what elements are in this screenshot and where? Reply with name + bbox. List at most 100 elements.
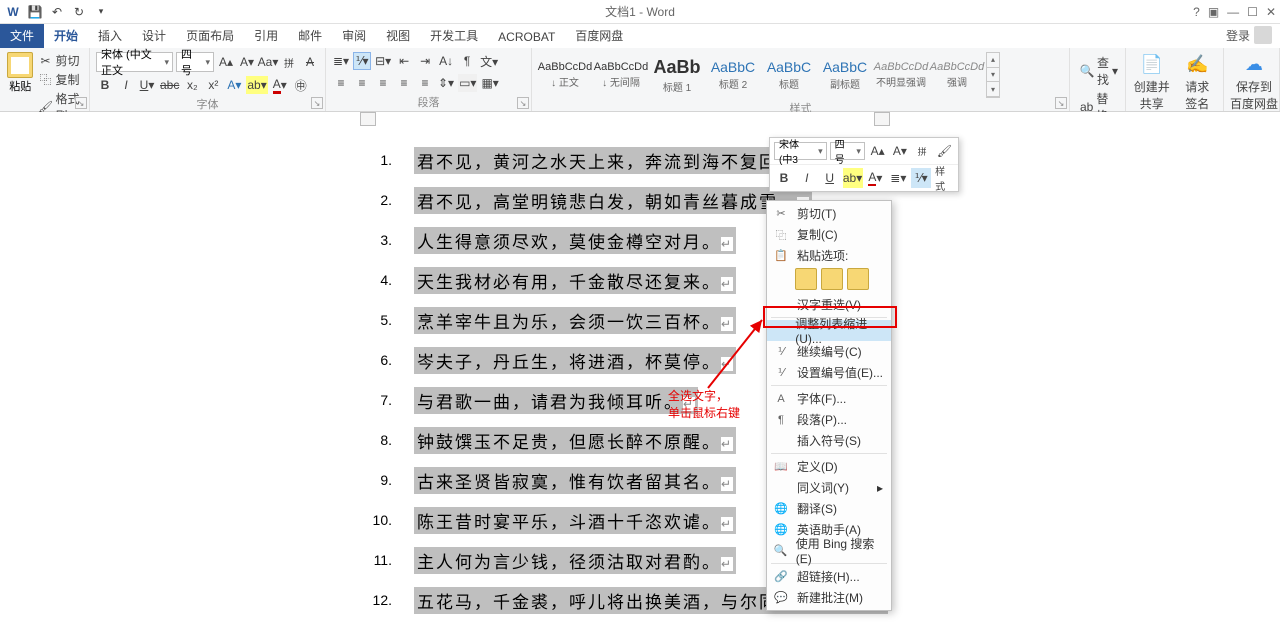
change-case-button[interactable]: Aa▾ bbox=[259, 53, 277, 71]
numbering-button[interactable]: ⅟▾ bbox=[353, 52, 371, 70]
ctx-bing-search[interactable]: 🔍使用 Bing 搜索(E) bbox=[767, 540, 891, 561]
decrease-indent-button[interactable]: ⇤ bbox=[395, 52, 413, 70]
redo-icon[interactable]: ↻ bbox=[70, 3, 88, 21]
paste-button[interactable]: 粘贴 bbox=[6, 52, 35, 94]
gallery-scroll[interactable]: ▴▾▾ bbox=[986, 52, 1000, 98]
style-item[interactable]: AaBbC副标题 bbox=[818, 52, 872, 98]
text-direction-button[interactable]: 文▾ bbox=[479, 52, 499, 70]
style-item[interactable]: AaBbCcDd↓ 正文 bbox=[538, 52, 592, 98]
style-item[interactable]: AaBbCcDd不明显强调 bbox=[874, 52, 928, 98]
style-item[interactable]: AaBbCcDd↓ 无间隔 bbox=[594, 52, 648, 98]
ctx-adjust-indent[interactable]: 调整列表缩进(U)... bbox=[767, 320, 891, 341]
mini-font-combo[interactable]: 宋体 (中3 bbox=[774, 142, 827, 160]
close-icon[interactable]: ✕ bbox=[1266, 5, 1276, 19]
style-item[interactable]: AaBbCcDd强调 bbox=[930, 52, 984, 98]
align-center-button[interactable]: ≡ bbox=[353, 74, 371, 92]
ctx-font[interactable]: A字体(F)... bbox=[767, 388, 891, 409]
qat-more-icon[interactable]: ▾ bbox=[92, 3, 110, 21]
ctx-translate[interactable]: 🌐翻译(S) bbox=[767, 498, 891, 519]
ctx-new-comment[interactable]: 💬新建批注(M) bbox=[767, 587, 891, 608]
align-right-button[interactable]: ≡ bbox=[374, 74, 392, 92]
mini-highlight[interactable]: ab▾ bbox=[843, 168, 863, 188]
tab-home[interactable]: 开始 bbox=[44, 23, 88, 48]
paragraph-launcher[interactable]: ↘ bbox=[517, 97, 529, 109]
increase-indent-button[interactable]: ⇥ bbox=[416, 52, 434, 70]
find-button[interactable]: 🔍查找▾ bbox=[1080, 54, 1115, 88]
help-icon[interactable]: ? bbox=[1193, 5, 1200, 19]
ctx-synonym[interactable]: 同义词(Y)▸ bbox=[767, 477, 891, 498]
styles-gallery[interactable]: AaBbCcDd↓ 正文AaBbCcDd↓ 无间隔AaBb标题 1AaBbC标题… bbox=[538, 52, 1063, 98]
mini-italic[interactable]: I bbox=[797, 168, 817, 188]
tab-mailings[interactable]: 邮件 bbox=[288, 23, 332, 48]
paste-keep-source[interactable] bbox=[795, 268, 817, 290]
bullets-button[interactable]: ≣▾ bbox=[332, 52, 350, 70]
ctx-copy[interactable]: ⿻复制(C) bbox=[767, 224, 891, 245]
paste-text-only[interactable] bbox=[847, 268, 869, 290]
borders-button[interactable]: ▦▾ bbox=[480, 74, 499, 92]
maximize-icon[interactable]: ☐ bbox=[1247, 5, 1258, 19]
bold-button[interactable]: B bbox=[96, 76, 114, 94]
distribute-button[interactable]: ≡ bbox=[416, 74, 434, 92]
font-color-button[interactable]: A▾ bbox=[271, 76, 289, 94]
tab-developer[interactable]: 开发工具 bbox=[420, 23, 488, 48]
font-name-combo[interactable]: 宋体 (中文正文 bbox=[96, 52, 173, 72]
login-area[interactable]: 登录 bbox=[1226, 26, 1272, 44]
style-item[interactable]: AaBbC标题 bbox=[762, 52, 816, 98]
multilevel-button[interactable]: ⊟▾ bbox=[374, 52, 392, 70]
font-size-combo[interactable]: 四号 bbox=[176, 52, 214, 72]
mini-shrink-font[interactable]: A▾ bbox=[890, 141, 909, 161]
tab-design[interactable]: 设计 bbox=[132, 23, 176, 48]
style-item[interactable]: AaBb标题 1 bbox=[650, 52, 704, 98]
sort-button[interactable]: A↓ bbox=[437, 52, 455, 70]
save-baidu-button[interactable]: ☁保存到百度网盘 bbox=[1230, 52, 1278, 112]
tab-insert[interactable]: 插入 bbox=[88, 23, 132, 48]
document-area[interactable]: 1.君不见，黄河之水天上来，奔流到海不复回。↵2.君不见，高堂明镜悲白发，朝如青… bbox=[0, 112, 1280, 637]
ctx-paragraph[interactable]: ¶段落(P)... bbox=[767, 409, 891, 430]
line-spacing-button[interactable]: ⇕▾ bbox=[437, 74, 455, 92]
mini-size-combo[interactable]: 四号 bbox=[830, 142, 865, 160]
mini-bullets[interactable]: ≣▾ bbox=[888, 168, 908, 188]
mini-underline[interactable]: U bbox=[820, 168, 840, 188]
grow-font-button[interactable]: A▴ bbox=[217, 53, 235, 71]
undo-icon[interactable]: ↶ bbox=[48, 3, 66, 21]
mini-painter[interactable]: 🖌 bbox=[935, 141, 954, 161]
tab-references[interactable]: 引用 bbox=[244, 23, 288, 48]
font-launcher[interactable]: ↘ bbox=[311, 97, 323, 109]
ctx-set-number[interactable]: ⅟设置编号值(E)... bbox=[767, 362, 891, 383]
highlight-button[interactable]: ab▾ bbox=[246, 76, 267, 94]
strike-button[interactable]: abc bbox=[159, 76, 180, 94]
ctx-hanzi[interactable]: 汉字重选(V) bbox=[767, 294, 891, 315]
tab-acrobat[interactable]: ACROBAT bbox=[488, 26, 565, 48]
mini-font-color[interactable]: A▾ bbox=[866, 168, 886, 188]
tab-baidu[interactable]: 百度网盘 bbox=[565, 23, 633, 48]
clipboard-launcher[interactable]: ↘ bbox=[75, 97, 87, 109]
shrink-font-button[interactable]: A▾ bbox=[238, 53, 256, 71]
paste-merge[interactable] bbox=[821, 268, 843, 290]
ctx-symbol[interactable]: 插入符号(S) bbox=[767, 430, 891, 451]
minimize-icon[interactable]: — bbox=[1227, 5, 1239, 19]
clear-format-button[interactable]: A bbox=[301, 53, 319, 71]
ctx-hyperlink[interactable]: 🔗超链接(H)... bbox=[767, 566, 891, 587]
ctx-define[interactable]: 📖定义(D) bbox=[767, 456, 891, 477]
styles-launcher[interactable]: ↘ bbox=[1055, 97, 1067, 109]
phonetic-guide-button[interactable]: 拼 bbox=[280, 53, 298, 71]
mini-numbering[interactable]: ⅟▾ bbox=[911, 168, 931, 188]
ctx-cut[interactable]: ✂剪切(T) bbox=[767, 203, 891, 224]
align-left-button[interactable]: ≡ bbox=[332, 74, 350, 92]
show-marks-button[interactable]: ¶ bbox=[458, 52, 476, 70]
italic-button[interactable]: I bbox=[117, 76, 135, 94]
enclose-char-button[interactable]: ㊥ bbox=[292, 76, 310, 94]
mini-grow-font[interactable]: A▴ bbox=[868, 141, 887, 161]
tab-view[interactable]: 视图 bbox=[376, 23, 420, 48]
save-icon[interactable]: 💾 bbox=[26, 3, 44, 21]
tab-file[interactable]: 文件 bbox=[0, 23, 44, 48]
tab-layout[interactable]: 页面布局 bbox=[176, 23, 244, 48]
ribbon-display-icon[interactable]: ▣ bbox=[1208, 5, 1219, 19]
copy-button[interactable]: ⿻复制 bbox=[39, 71, 83, 88]
superscript-button[interactable]: x² bbox=[204, 76, 222, 94]
mini-styles[interactable]: 样式 bbox=[934, 168, 954, 188]
cut-button[interactable]: ✂剪切 bbox=[39, 52, 83, 69]
mini-bold[interactable]: B bbox=[774, 168, 794, 188]
style-item[interactable]: AaBbC标题 2 bbox=[706, 52, 760, 98]
underline-button[interactable]: U▾ bbox=[138, 76, 156, 94]
